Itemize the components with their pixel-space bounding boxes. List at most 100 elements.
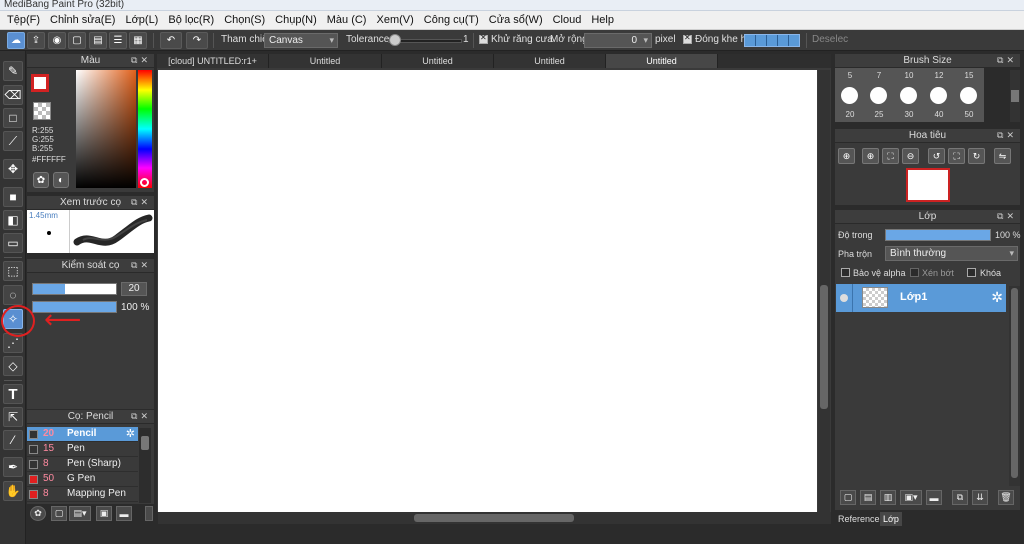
operation-tool-icon[interactable]: ⇱	[3, 407, 23, 427]
canvas-hscroll-thumb[interactable]	[414, 514, 574, 522]
antialias-checkbox[interactable]	[479, 33, 488, 44]
layer-list-scrollbar[interactable]	[1009, 286, 1020, 486]
brush-delete-icon[interactable]	[145, 506, 153, 521]
brush-size-bar[interactable]	[32, 283, 117, 295]
cloud-icon[interactable]: ☁	[7, 32, 25, 49]
zoom-in-icon[interactable]: ⊕	[838, 148, 855, 164]
menu-layer[interactable]: Lớp(L)	[120, 14, 163, 26]
brush-list-item[interactable]: 15 Pen	[27, 442, 138, 457]
tab-reference[interactable]: Reference	[835, 512, 883, 526]
duplicate-layer-icon[interactable]: ⧉	[952, 490, 968, 505]
zoom-in-alt-icon[interactable]: ⊕	[862, 148, 879, 164]
new-layer-1bit-icon[interactable]: ▥	[880, 490, 896, 505]
brush-add-icon[interactable]: ✿	[30, 506, 46, 521]
gap-level-segment[interactable]	[767, 35, 778, 46]
reference-select[interactable]: Canvas	[264, 33, 338, 48]
layer-row[interactable]: Lớp1 ✲	[836, 284, 1006, 312]
brush-size-option[interactable]: 7	[864, 71, 894, 80]
brush-size-option[interactable]: 5	[835, 71, 865, 80]
layer-visibility-icon[interactable]	[840, 294, 848, 302]
reset-view-icon[interactable]: ⛶	[948, 148, 965, 164]
list-icon[interactable]: ☰	[109, 32, 127, 49]
brush-size-dot[interactable]	[960, 87, 977, 104]
brush-size-option[interactable]: 30	[894, 110, 924, 119]
tab-layer[interactable]: Lớp	[880, 512, 902, 526]
palette-icon[interactable]: ✿	[33, 172, 49, 188]
grid-icon[interactable]: ▦	[129, 32, 147, 49]
brush-menu-icon[interactable]: ▤▾	[69, 506, 91, 521]
canvas-vscroll-thumb[interactable]	[820, 285, 828, 409]
undo-icon[interactable]: ↶	[160, 32, 182, 49]
drawing-canvas[interactable]	[158, 70, 817, 512]
brush-size-option[interactable]: 25	[864, 110, 894, 119]
foreground-color-swatch[interactable]	[31, 74, 49, 92]
layer-list-scroll-thumb[interactable]	[1011, 288, 1018, 478]
gradient-tool-icon[interactable]: ▭	[3, 233, 23, 253]
brush-tool-icon[interactable]: ✎	[3, 61, 23, 81]
menu-color[interactable]: Màu (C)	[322, 14, 372, 26]
brush-size-dot[interactable]	[841, 87, 858, 104]
gap-level-segment[interactable]	[778, 35, 789, 46]
blend-mode-select[interactable]: Bình thường	[885, 246, 1018, 261]
menu-select[interactable]: Chọn(S)	[219, 14, 270, 26]
menu-filter[interactable]: Bộ lọc(R)	[163, 14, 219, 26]
rotate-right-icon[interactable]: ↻	[968, 148, 985, 164]
new-layer-icon[interactable]: ▢	[840, 490, 856, 505]
brush-list-scrollbar[interactable]	[139, 428, 151, 503]
brush-list-scroll-thumb[interactable]	[141, 436, 149, 450]
select-rect-tool-icon[interactable]: ⬚	[3, 261, 23, 281]
brush-copy-icon[interactable]: ▣	[96, 506, 112, 521]
panel-float-close-icon[interactable]: ⧉✕	[997, 210, 1017, 223]
rectangle-tool-icon[interactable]: □	[3, 108, 23, 128]
text-tool-icon[interactable]: T	[3, 384, 23, 404]
gear-icon[interactable]: ✲	[126, 427, 135, 441]
saturation-value-picker[interactable]	[76, 70, 136, 188]
gap-level-segment[interactable]	[745, 35, 756, 46]
panel-float-close-icon[interactable]: ⧉✕	[131, 54, 151, 67]
menu-window[interactable]: Cửa sổ(W)	[484, 14, 548, 26]
transparent-color-swatch[interactable]	[33, 102, 51, 120]
menu-file[interactable]: Tệp(F)	[2, 14, 45, 26]
panel-float-close-icon[interactable]: ⧉✕	[997, 54, 1017, 67]
fill-rect-tool-icon[interactable]: ■	[3, 187, 23, 207]
menu-edit[interactable]: Chỉnh sửa(E)	[45, 14, 120, 26]
expand-input[interactable]: 0	[584, 33, 652, 48]
canvas-horizontal-scrollbar[interactable]	[158, 512, 831, 524]
menu-view[interactable]: Xem(V)	[371, 14, 418, 26]
bucket-tool-icon[interactable]: ◧	[3, 210, 23, 230]
menu-cloud[interactable]: Cloud	[548, 14, 587, 26]
gap-level-segment[interactable]	[756, 35, 767, 46]
navigator-thumbnail[interactable]	[906, 168, 950, 202]
brush-size-option[interactable]: 15	[954, 71, 984, 80]
lasso-tool-icon[interactable]: ◌	[3, 285, 23, 305]
deselect-button[interactable]: Deselec	[812, 34, 848, 45]
panel-float-close-icon[interactable]: ⧉✕	[997, 129, 1017, 142]
hue-slider-knob[interactable]	[140, 178, 149, 187]
layer-folder-icon[interactable]: ▬	[926, 490, 942, 505]
new-layer-8bit-icon[interactable]: ▤	[860, 490, 876, 505]
hand-tool-icon[interactable]: ✋	[3, 481, 23, 501]
brush-folder-icon[interactable]: ▬	[116, 506, 132, 521]
panel-float-close-icon[interactable]: ⧉✕	[131, 410, 151, 423]
brush-size-option[interactable]: 12	[924, 71, 954, 80]
flip-icon[interactable]: ⇋	[994, 148, 1011, 164]
color-history-icon[interactable]: ◐	[53, 172, 69, 188]
select-eraser-tool-icon[interactable]: ◇	[3, 356, 23, 376]
fit-screen-icon[interactable]: ⛶	[882, 148, 899, 164]
brush-list-item[interactable]: 8 Pen (Sharp)	[27, 457, 138, 472]
move-tool-icon[interactable]: ✥	[3, 159, 23, 179]
tab-untitled-2[interactable]: Untitled	[382, 54, 494, 68]
tab-cloud-untitled[interactable]: [cloud] UNTITLED:r1+	[157, 54, 269, 68]
merge-layer-icon[interactable]: ⇊	[972, 490, 988, 505]
share-icon[interactable]: ⇪	[27, 32, 45, 49]
hue-slider[interactable]	[138, 70, 152, 188]
panel-float-close-icon[interactable]: ⧉✕	[131, 259, 151, 272]
delete-layer-icon[interactable]: 🗑	[998, 490, 1014, 505]
menu-capture[interactable]: Chụp(N)	[270, 14, 322, 26]
brush-size-scrollbar[interactable]	[1010, 70, 1020, 122]
redo-icon[interactable]: ↷	[186, 32, 208, 49]
gear-icon[interactable]: ✲	[991, 289, 1003, 306]
brush-size-scroll-thumb[interactable]	[1011, 90, 1019, 102]
zoom-out-icon[interactable]: ⊖	[902, 148, 919, 164]
close-gap-level[interactable]	[744, 34, 800, 47]
